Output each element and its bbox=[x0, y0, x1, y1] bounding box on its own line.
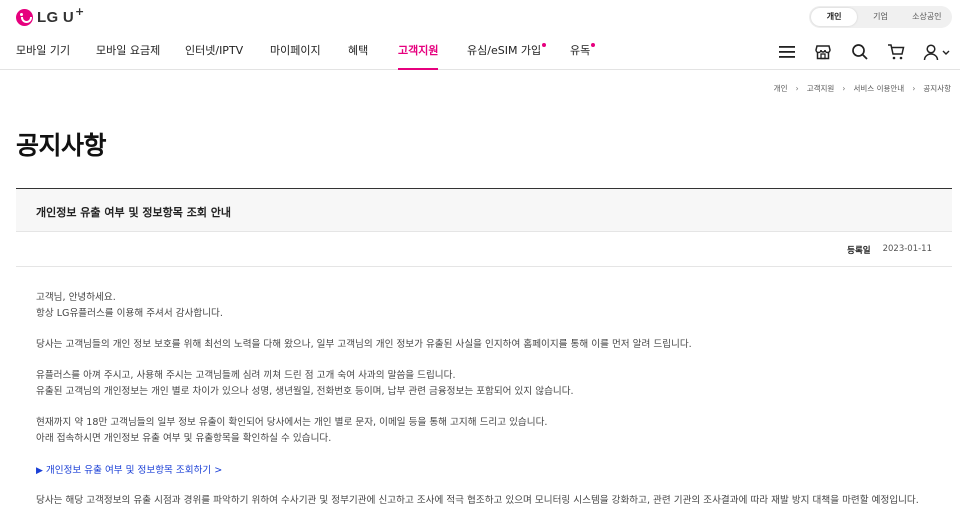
user-menu[interactable] bbox=[922, 42, 952, 62]
measures-text: 당사는 해당 고객정보의 유출 시점과 경위를 파악하기 위하여 수사기관 및 … bbox=[36, 495, 919, 506]
thanks-text: 항상 LG유플러스를 이용해 주셔서 감사합니다. bbox=[36, 308, 223, 319]
logo-text: LG U bbox=[37, 8, 75, 26]
breadcrumb-service-guide[interactable]: 서비스 이용안내 bbox=[854, 83, 905, 94]
chevron-right-icon: › bbox=[842, 83, 846, 93]
menu-icon[interactable] bbox=[777, 42, 797, 62]
notice-meta: 등록일 2023-01-11 bbox=[847, 244, 932, 256]
lg-uplus-logo[interactable]: LG U + bbox=[16, 4, 85, 27]
apology-text: 유플러스를 아껴 주시고, 사용해 주시는 고객님들께 심려 끼쳐 드린 점 고… bbox=[36, 370, 456, 381]
date-value: 2023-01-11 bbox=[882, 244, 932, 254]
leak-check-link[interactable]: ▶ 개인정보 유출 여부 및 정보항목 조회하기 > bbox=[36, 462, 222, 476]
lg-logo-icon bbox=[16, 8, 33, 26]
chevron-right-icon: › bbox=[912, 83, 916, 93]
nav-mobile-plans[interactable]: 모바일 요금제 bbox=[96, 34, 160, 70]
logo-plus: + bbox=[75, 4, 85, 18]
segment-small-business[interactable]: 소상공인 bbox=[904, 8, 950, 26]
nav-mobile-devices[interactable]: 모바일 기기 bbox=[16, 34, 70, 70]
date-label: 등록일 bbox=[847, 246, 871, 256]
store-icon[interactable] bbox=[813, 42, 833, 62]
notice-title: 개인정보 유출 여부 및 정보항목 조회 안내 bbox=[36, 206, 232, 219]
main-navigation: 모바일 기기 모바일 요금제 인터넷/IPTV 마이페이지 혜택 고객지원 유심… bbox=[0, 34, 960, 70]
nav-usim-esim[interactable]: 유심/eSIM 가입 bbox=[467, 34, 547, 70]
nav-mypage[interactable]: 마이페이지 bbox=[270, 34, 321, 70]
notice-paragraph: 당사는 고객님들의 개인 정보 보호를 위해 최선의 노력을 다해 왔으나, 일… bbox=[36, 339, 692, 350]
new-dot-icon bbox=[591, 43, 596, 47]
leaked-info-text: 유출된 고객님의 개인정보는 개인 별로 차이가 있으나 성명, 생년월일, 전… bbox=[36, 386, 574, 397]
nav-internet-iptv[interactable]: 인터넷/IPTV bbox=[185, 34, 243, 70]
segment-business[interactable]: 기업 bbox=[857, 8, 903, 26]
guide-text: 아래 접속하시면 개인정보 유출 여부 및 유출항목을 확인하실 수 있습니다. bbox=[36, 433, 332, 444]
nav-yudok[interactable]: 유독 bbox=[570, 34, 596, 70]
breadcrumb-notice[interactable]: 공지사항 bbox=[923, 83, 951, 94]
play-triangle-icon: ▶ bbox=[36, 466, 43, 476]
customer-type-switch: 개인 기업 소상공인 bbox=[809, 6, 952, 28]
leak-check-link-label: 개인정보 유출 여부 및 정보항목 조회하기 > bbox=[45, 465, 223, 476]
page-title: 공지사항 bbox=[16, 131, 107, 160]
top-bar: LG U + 개인 기업 소상공인 bbox=[0, 0, 960, 34]
status-text: 현재까지 약 18만 고객님들의 일부 정보 유출이 확인되어 당사에서는 개인… bbox=[36, 417, 548, 428]
new-dot-icon bbox=[542, 43, 547, 47]
chevron-right-icon: › bbox=[795, 83, 799, 93]
cart-icon[interactable] bbox=[886, 42, 906, 62]
nav-usim-esim-label: 유심/eSIM 가입 bbox=[467, 44, 542, 57]
segment-personal[interactable]: 개인 bbox=[811, 8, 858, 26]
notice-header: 개인정보 유출 여부 및 정보항목 조회 안내 bbox=[16, 188, 952, 232]
divider bbox=[16, 266, 952, 267]
breadcrumb: 개인 › 고객지원 › 서비스 이용안내 › 공지사항 bbox=[774, 82, 951, 94]
greeting-text: 고객님, 안녕하세요. bbox=[36, 292, 116, 303]
nav-yudok-label: 유독 bbox=[570, 44, 591, 57]
search-icon[interactable] bbox=[850, 42, 870, 62]
nav-customer-support[interactable]: 고객지원 bbox=[398, 34, 439, 70]
breadcrumb-personal[interactable]: 개인 bbox=[774, 83, 788, 94]
nav-benefits[interactable]: 혜택 bbox=[348, 34, 368, 70]
breadcrumb-customer-support[interactable]: 고객지원 bbox=[807, 83, 835, 94]
